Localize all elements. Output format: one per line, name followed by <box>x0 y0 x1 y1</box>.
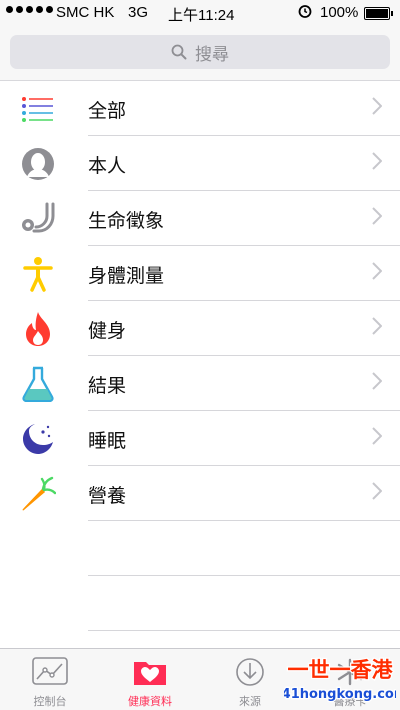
watermark-url: 141hongkong.com <box>284 687 396 702</box>
tab-health-data[interactable]: 健康資料 <box>100 649 200 710</box>
search-input[interactable]: 搜尋 <box>10 35 390 69</box>
tab-dashboard[interactable]: 控制台 <box>0 649 100 710</box>
battery-icon <box>364 7 393 20</box>
health-app-screen: SMC HK 3G 上午11:24 100% 搜尋 全部 本人 生命徵象 身體測… <box>0 0 400 710</box>
category-row-vitals[interactable]: 生命徵象 <box>0 191 400 246</box>
site-watermark: 一世一香港 141hongkong.com <box>284 657 396 704</box>
category-label: 生命徵象 <box>88 211 165 232</box>
carrot-icon <box>20 476 56 512</box>
category-row-results[interactable]: 結果 <box>0 356 400 411</box>
flask-icon <box>20 366 56 402</box>
category-label: 全部 <box>88 101 127 122</box>
battery-percentage: 100% <box>320 4 359 21</box>
category-row-nutrition[interactable]: 營養 <box>0 466 400 521</box>
network-type: 3G <box>128 4 149 21</box>
body-icon <box>20 256 56 292</box>
category-label: 健身 <box>88 321 127 342</box>
flame-icon <box>20 311 56 347</box>
chevron-right-icon <box>372 427 383 450</box>
signal-strength-icon <box>6 6 53 13</box>
list-icon <box>20 91 56 127</box>
alarm-icon <box>298 4 312 21</box>
empty-list-row <box>0 521 400 576</box>
sources-icon <box>236 658 264 686</box>
moon-icon <box>20 421 56 457</box>
category-label: 睡眠 <box>88 431 127 452</box>
category-label: 營養 <box>88 486 127 507</box>
category-row-fitness[interactable]: 健身 <box>0 301 400 356</box>
category-row-me[interactable]: 本人 <box>0 136 400 191</box>
chevron-right-icon <box>372 372 383 395</box>
category-row-all[interactable]: 全部 <box>0 81 400 136</box>
category-label: 本人 <box>88 156 127 177</box>
empty-list-row <box>0 576 400 631</box>
chevron-right-icon <box>372 152 383 175</box>
dashboard-icon <box>32 657 68 685</box>
stethoscope-icon <box>20 201 56 237</box>
chevron-right-icon <box>372 207 383 230</box>
status-bar: SMC HK 3G 上午11:24 100% <box>0 0 400 26</box>
search-icon <box>171 44 187 60</box>
carrier-name: SMC HK <box>56 4 115 21</box>
chevron-right-icon <box>372 262 383 285</box>
status-time: 上午11:24 <box>168 7 235 24</box>
tab-label: 控制台 <box>33 696 67 708</box>
tab-label: 健康資料 <box>128 696 172 708</box>
category-label: 身體測量 <box>88 266 165 287</box>
search-bar-area: 搜尋 <box>0 26 400 81</box>
category-row-sleep[interactable]: 睡眠 <box>0 411 400 466</box>
chevron-right-icon <box>372 317 383 340</box>
person-icon <box>20 146 56 182</box>
category-label: 結果 <box>88 376 127 397</box>
search-placeholder: 搜尋 <box>195 44 229 64</box>
category-row-body-measurements[interactable]: 身體測量 <box>0 246 400 301</box>
watermark-text: 一世一香港 <box>288 658 394 682</box>
chevron-right-icon <box>372 97 383 120</box>
health-data-icon <box>134 662 166 685</box>
health-category-list: 全部 本人 生命徵象 身體測量 健身 結果 睡眠 營養 <box>0 81 400 631</box>
chevron-right-icon <box>372 482 383 505</box>
